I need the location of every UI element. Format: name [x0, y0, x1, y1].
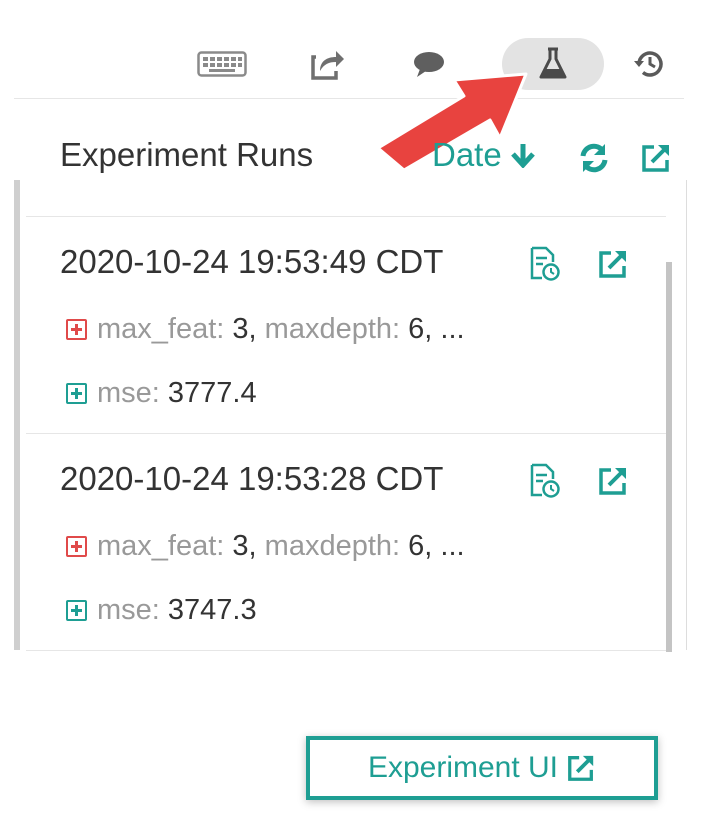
- flask-icon[interactable]: [525, 40, 581, 88]
- param-value: 6, ...: [408, 313, 465, 345]
- run-metrics: mse: 3747.3: [66, 594, 257, 627]
- scrollbar-thumb[interactable]: [666, 262, 672, 652]
- scroll-track: [686, 180, 687, 650]
- document-clock-icon[interactable]: [526, 245, 564, 283]
- experiment-ui-link[interactable]: Experiment UI: [368, 751, 596, 785]
- experiment-ui-highlight: Experiment UI: [306, 736, 658, 800]
- panel-rail: [14, 180, 20, 650]
- runs-list: 2020-10-24 19:53:49 CDT max_feat: 3, max…: [26, 216, 666, 651]
- experiment-runs-panel: Experiment Runs Date 2020-10-24 19:53:49…: [26, 100, 686, 651]
- toolbar-divider: [14, 98, 684, 99]
- open-external-icon: [568, 755, 594, 781]
- history-icon[interactable]: [622, 40, 678, 88]
- run-timestamp: 2020-10-24 19:53:28 CDT: [60, 460, 444, 497]
- expand-params-icon[interactable]: [66, 536, 87, 557]
- keyboard-icon[interactable]: [194, 40, 250, 88]
- arrow-down-icon: [510, 144, 535, 168]
- sort-by-date-button[interactable]: Date: [432, 136, 536, 174]
- param-key: max_feat:: [97, 530, 225, 562]
- document-clock-icon[interactable]: [526, 462, 564, 500]
- run-metrics: mse: 3777.4: [66, 377, 257, 410]
- metric-key: mse:: [97, 377, 160, 409]
- param-key: max_feat:: [97, 313, 225, 345]
- expand-params-icon[interactable]: [66, 319, 87, 340]
- panel-header: Experiment Runs Date: [26, 100, 686, 216]
- run-params: max_feat: 3, maxdepth: 6, ...: [66, 530, 465, 563]
- metric-key: mse:: [97, 594, 160, 626]
- sort-label: Date: [432, 136, 502, 173]
- open-external-icon[interactable]: [638, 140, 674, 176]
- run-params: max_feat: 3, maxdepth: 6, ...: [66, 313, 465, 346]
- list-item[interactable]: 2020-10-24 19:53:49 CDT max_feat: 3, max…: [26, 217, 666, 434]
- comment-icon[interactable]: [402, 40, 458, 88]
- expand-metrics-icon[interactable]: [66, 600, 87, 621]
- metric-value: 3747.3: [167, 594, 257, 626]
- param-key: maxdepth:: [264, 530, 401, 562]
- param-value: 3,: [232, 530, 257, 562]
- panel-title: Experiment Runs: [60, 136, 314, 173]
- expand-metrics-icon[interactable]: [66, 383, 87, 404]
- share-icon[interactable]: [300, 40, 356, 88]
- experiment-ui-label: Experiment UI: [367, 751, 559, 784]
- param-value: 6, ...: [408, 530, 465, 562]
- open-external-icon[interactable]: [594, 245, 632, 283]
- sidebar-toolbar: [0, 0, 709, 100]
- metric-value: 3777.4: [167, 377, 257, 409]
- open-external-icon[interactable]: [594, 462, 632, 500]
- param-value: 3,: [232, 313, 257, 345]
- param-key: maxdepth:: [264, 313, 401, 345]
- refresh-icon[interactable]: [576, 140, 612, 176]
- run-timestamp: 2020-10-24 19:53:49 CDT: [60, 243, 444, 280]
- list-item[interactable]: 2020-10-24 19:53:28 CDT max_feat: 3, max…: [26, 434, 666, 651]
